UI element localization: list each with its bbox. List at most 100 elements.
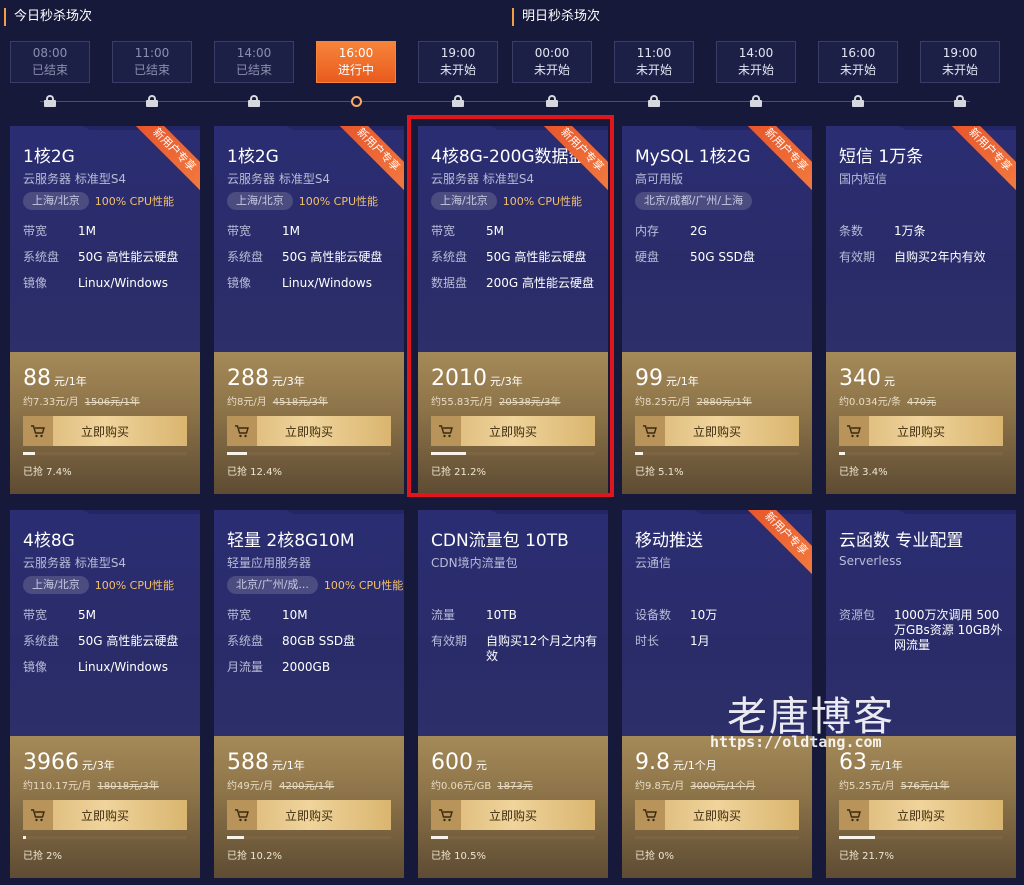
time-slot[interactable]: 14:00 未开始 bbox=[716, 41, 796, 83]
time-slot[interactable]: 11:00 未开始 bbox=[614, 41, 694, 83]
price-unit: 元/1年 bbox=[870, 759, 903, 772]
spec-key: 系统盘 bbox=[227, 634, 264, 648]
spec-key: 系统盘 bbox=[23, 250, 60, 264]
card-title: 移动推送 bbox=[635, 531, 703, 551]
price-value: 2010 bbox=[431, 366, 487, 391]
spec-row: 硬盘 50G SSD盘 bbox=[635, 250, 805, 265]
buy-now-label: 立即购买 bbox=[80, 424, 129, 439]
card-title: 短信 1万条 bbox=[839, 147, 924, 167]
spec-value: 1000万次调用 500万GBs资源 10GB外网流量 bbox=[894, 608, 1003, 652]
spec-value: 50G 高性能云硬盘 bbox=[486, 250, 587, 264]
card-tags: 北京/广州/成... 100% CPU性能 bbox=[227, 576, 403, 594]
card-subtitle: CDN境内流量包 bbox=[431, 556, 518, 570]
product-card[interactable]: MySQL 1核2G 高可用版 北京/成都/广州/上海 内存 2G 硬盘 50G SSD盘 9… bbox=[622, 126, 812, 494]
spec-row: 镜像 Linux/Windows bbox=[23, 660, 193, 675]
spec-value: Linux/Windows bbox=[282, 276, 372, 290]
cart-icon bbox=[227, 800, 257, 830]
product-card[interactable]: 4核8G 云服务器 标准型S4 上海/北京 100% CPU性能 带宽 5M 系统盘 50G … bbox=[10, 510, 200, 878]
buy-now-button[interactable]: 立即购买 bbox=[227, 800, 391, 830]
time-slot[interactable]: 11:00 已结束 bbox=[112, 41, 192, 83]
buy-now-label: 立即购买 bbox=[896, 808, 945, 823]
card-subtitle: 云通信 bbox=[635, 556, 672, 570]
buy-now-button[interactable]: 立即购买 bbox=[227, 416, 391, 446]
spec-row: 系统盘 80GB SSD盘 bbox=[227, 634, 397, 649]
per-month-price: 约5.25元/月 bbox=[839, 781, 895, 792]
per-month-price: 约8元/月 bbox=[227, 397, 267, 408]
time-slot[interactable]: 00:00 未开始 bbox=[512, 41, 592, 83]
time-slot[interactable]: 14:00 已结束 bbox=[214, 41, 294, 83]
card-tags: 上海/北京 100% CPU性能 bbox=[23, 192, 174, 210]
spec-value: 自购买12个月之内有效 bbox=[486, 634, 598, 663]
spec-row: 镜像 Linux/Windows bbox=[23, 276, 193, 291]
product-card[interactable]: 4核8G-200G数据盘 云服务器 标准型S4 上海/北京 100% CPU性能 带宽 5… bbox=[418, 126, 608, 494]
card-title: CDN流量包 10TB bbox=[431, 531, 569, 551]
buy-now-button[interactable]: 立即购买 bbox=[431, 416, 595, 446]
time-slot[interactable]: 19:00 未开始 bbox=[418, 41, 498, 83]
price-value: 99 bbox=[635, 366, 663, 391]
original-price: 1873元 bbox=[497, 781, 533, 792]
region-tag: 上海/北京 bbox=[23, 192, 89, 210]
cpu-tag: 100% CPU性能 bbox=[94, 195, 175, 208]
spec-key: 镜像 bbox=[227, 276, 252, 290]
lock-icon bbox=[546, 95, 558, 107]
buy-now-label: 立即购买 bbox=[284, 424, 333, 439]
spec-list: 内存 2G 硬盘 50G SSD盘 bbox=[635, 224, 805, 276]
spec-row: 镜像 Linux/Windows bbox=[227, 276, 397, 291]
spec-key: 数据盘 bbox=[431, 276, 468, 290]
spec-row: 系统盘 50G 高性能云硬盘 bbox=[23, 634, 193, 649]
slot-status: 未开始 bbox=[533, 63, 570, 77]
card-subtitle: 云服务器 标准型S4 bbox=[23, 556, 127, 570]
spec-row: 有效期 自购买12个月之内有效 bbox=[431, 634, 601, 664]
price-unit: 元/3年 bbox=[82, 759, 115, 772]
spec-key: 条数 bbox=[839, 224, 864, 238]
product-card[interactable]: CDN流量包 10TB CDN境内流量包 流量 10TB 有效期 自购买12个月之内有效 6… bbox=[418, 510, 608, 878]
buy-now-button[interactable]: 立即购买 bbox=[635, 800, 799, 830]
spec-key: 带宽 bbox=[23, 224, 48, 238]
spec-value: 1M bbox=[282, 224, 300, 238]
spec-key: 月流量 bbox=[227, 660, 264, 674]
card-subtitle: 云服务器 标准型S4 bbox=[227, 172, 331, 186]
buy-now-button[interactable]: 立即购买 bbox=[23, 416, 187, 446]
spec-row: 时长 1月 bbox=[635, 634, 805, 649]
price: 288 元/3年 bbox=[227, 366, 305, 391]
slot-time: 19:00 bbox=[440, 46, 476, 60]
time-slot[interactable]: 19:00 未开始 bbox=[920, 41, 1000, 83]
slot-status: 已结束 bbox=[31, 63, 68, 77]
per-month-price: 约8.25元/月 bbox=[635, 397, 691, 408]
region-tag: 北京/广州/成... bbox=[227, 576, 318, 594]
buy-now-button[interactable]: 立即购买 bbox=[839, 800, 1003, 830]
spec-list: 带宽 5M 系统盘 50G 高性能云硬盘 数据盘 200G 高性能云硬盘 bbox=[431, 224, 601, 302]
slot-status: 未开始 bbox=[737, 63, 774, 77]
time-slot[interactable]: 16:00 进行中 bbox=[316, 41, 396, 83]
buy-now-label: 立即购买 bbox=[692, 424, 741, 439]
spec-value: 5M bbox=[486, 224, 504, 238]
spec-value: 1万条 bbox=[894, 224, 926, 238]
buy-now-button[interactable]: 立即购买 bbox=[431, 800, 595, 830]
price-unit: 元/3年 bbox=[490, 375, 523, 388]
spec-key: 带宽 bbox=[23, 608, 48, 622]
spec-value: 50G 高性能云硬盘 bbox=[78, 634, 179, 648]
product-card[interactable]: 轻量 2核8G10M 轻量应用服务器 北京/广州/成... 100% CPU性能 带宽 1… bbox=[214, 510, 404, 878]
price: 340 元 bbox=[839, 366, 895, 391]
time-slot[interactable]: 16:00 未开始 bbox=[818, 41, 898, 83]
spec-row: 设备数 10万 bbox=[635, 608, 805, 623]
sold-progress-bar bbox=[431, 836, 595, 839]
slot-time: 11:00 bbox=[636, 46, 672, 60]
buy-now-button[interactable]: 立即购买 bbox=[839, 416, 1003, 446]
sold-progress-bar bbox=[839, 452, 1003, 455]
spec-key: 有效期 bbox=[839, 250, 876, 264]
price-detail: 约9.8元/月 3000元/1个月 bbox=[635, 777, 755, 792]
spec-value: 80GB SSD盘 bbox=[282, 634, 356, 648]
buy-now-label: 立即购买 bbox=[80, 808, 129, 823]
product-card[interactable]: 短信 1万条 国内短信 条数 1万条 有效期 自购买2年内有效 340 元约0.034元/条 4… bbox=[826, 126, 1016, 494]
product-card[interactable]: 1核2G 云服务器 标准型S4 上海/北京 100% CPU性能 带宽 1M 系统盘 50G … bbox=[214, 126, 404, 494]
sold-progress-bar bbox=[23, 836, 187, 839]
slot-status: 进行中 bbox=[337, 63, 374, 77]
price-value: 288 bbox=[227, 366, 269, 391]
spec-value: 2G bbox=[690, 224, 707, 238]
buy-now-button[interactable]: 立即购买 bbox=[23, 800, 187, 830]
original-price: 20538元/3年 bbox=[499, 397, 561, 408]
time-slot[interactable]: 08:00 已结束 bbox=[10, 41, 90, 83]
product-card[interactable]: 1核2G 云服务器 标准型S4 上海/北京 100% CPU性能 带宽 1M 系统盘 50G … bbox=[10, 126, 200, 494]
buy-now-button[interactable]: 立即购买 bbox=[635, 416, 799, 446]
